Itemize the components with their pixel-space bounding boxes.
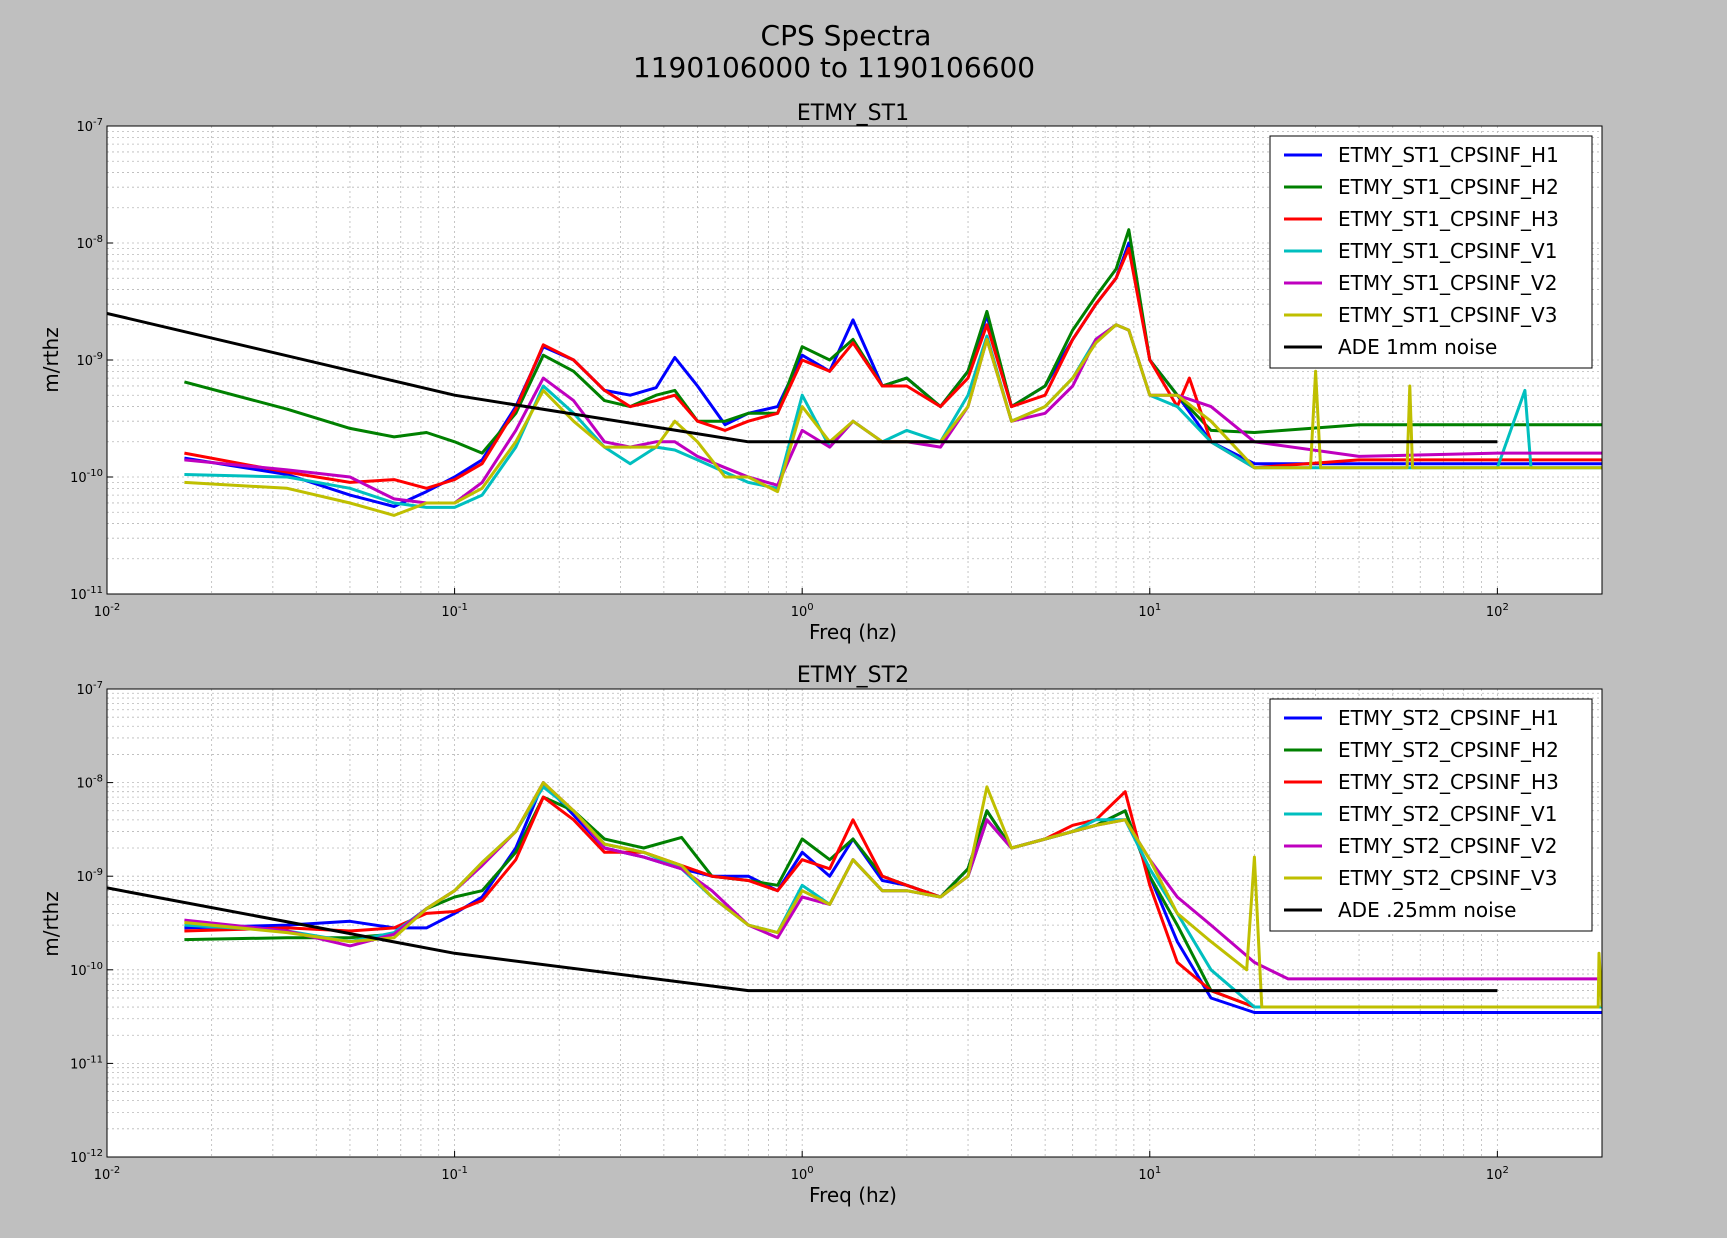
legend-label-3: ETMY_ST2_CPSINF_V1 [1338, 802, 1557, 826]
tick-exponent: -8 [93, 774, 103, 785]
tick-base: 10 [70, 964, 87, 979]
x-axis-label: Freq (hz) [809, 620, 897, 644]
tick-base: 10 [441, 605, 458, 620]
legend-label-2: ETMY_ST1_CPSINF_H3 [1338, 207, 1559, 231]
legend-label-5: ETMY_ST2_CPSINF_V3 [1338, 866, 1557, 890]
x-tick-label: 102 [1486, 602, 1509, 620]
y-tick-label: 10-9 [76, 351, 103, 369]
y-tick-label: 10-12 [70, 1148, 103, 1166]
tick-base: 10 [76, 870, 93, 885]
legend-label-3: ETMY_ST1_CPSINF_V1 [1338, 239, 1557, 263]
tick-base: 10 [76, 120, 93, 135]
x-tick-label: 101 [1138, 602, 1161, 620]
x-axis-label: Freq (hz) [809, 1183, 897, 1207]
tick-base: 10 [70, 1151, 87, 1166]
tick-exponent: -9 [93, 351, 103, 362]
chart-title: ETMY_ST2 [797, 663, 909, 688]
y-axis-label: m/rthz [39, 891, 63, 956]
tick-exponent: 1 [1155, 1165, 1161, 1176]
tick-exponent: 0 [807, 1165, 813, 1176]
y-tick-label: 10-9 [76, 867, 103, 885]
tick-exponent: -7 [93, 680, 103, 691]
x-tick-label: 10-2 [94, 602, 121, 620]
tick-base: 10 [1138, 1168, 1155, 1183]
tick-base: 10 [94, 1168, 111, 1183]
legend-label-4: ETMY_ST1_CPSINF_V2 [1338, 271, 1557, 295]
tick-exponent: -9 [93, 867, 103, 878]
figure-title-line2: 1190106000 to 1190106600 [633, 51, 1035, 84]
legend: ETMY_ST2_CPSINF_H1 ETMY_ST2_CPSINF_H2 ETMY… [1269, 698, 1593, 932]
tick-exponent: 2 [1502, 602, 1508, 613]
tick-base: 10 [76, 683, 93, 698]
tick-exponent: -11 [87, 585, 103, 596]
tick-exponent: -12 [87, 1148, 103, 1159]
legend-label-1: ETMY_ST2_CPSINF_H2 [1338, 738, 1559, 762]
tick-base: 10 [70, 1057, 87, 1072]
tick-base: 10 [1486, 605, 1503, 620]
tick-base: 10 [1138, 605, 1155, 620]
tick-exponent: -7 [93, 117, 103, 128]
y-tick-label: 10-7 [76, 117, 103, 135]
tick-exponent: 2 [1502, 1165, 1508, 1176]
x-tick-label: 100 [791, 1165, 814, 1183]
x-tick-label: 10-1 [441, 602, 468, 620]
y-tick-label: 10-7 [76, 680, 103, 698]
legend-label-0: ETMY_ST2_CPSINF_H1 [1338, 706, 1559, 730]
legend-label-4: ETMY_ST2_CPSINF_V2 [1338, 834, 1557, 858]
legend-label-6: ADE 1mm noise [1338, 335, 1497, 359]
legend-label-5: ETMY_ST1_CPSINF_V3 [1338, 303, 1557, 327]
tick-exponent: -10 [87, 468, 103, 479]
legend-label-6: ADE .25mm noise [1338, 898, 1516, 922]
y-tick-label: 10-10 [70, 468, 103, 486]
chart-etmy-st1: ETMY_ST1 Freq (hz) m/rthz 10-2 10-1 100 101… [39, 101, 1603, 644]
tick-exponent: 1 [1155, 602, 1161, 613]
legend-label-2: ETMY_ST2_CPSINF_H3 [1338, 770, 1559, 794]
y-axis-label: m/rthz [39, 327, 63, 392]
tick-exponent: -2 [110, 1165, 120, 1176]
y-tick-label: 10-8 [76, 234, 103, 252]
legend-label-1: ETMY_ST1_CPSINF_H2 [1338, 175, 1559, 199]
tick-base: 10 [441, 1168, 458, 1183]
tick-base: 10 [791, 1168, 808, 1183]
x-tick-label: 10-2 [94, 1165, 121, 1183]
y-tick-label: 10-8 [76, 774, 103, 792]
tick-base: 10 [76, 354, 93, 369]
tick-base: 10 [94, 605, 111, 620]
figure-title-line1: CPS Spectra [761, 19, 932, 52]
legend: ETMY_ST1_CPSINF_H1 ETMY_ST1_CPSINF_H2 ETMY… [1269, 135, 1593, 369]
x-tick-label: 101 [1138, 1165, 1161, 1183]
x-tick-label: 100 [791, 602, 814, 620]
chart-etmy-st2: ETMY_ST2 Freq (hz) m/rthz 10-2 10-1 100 101… [39, 663, 1603, 1207]
chart-title: ETMY_ST1 [797, 101, 909, 126]
x-tick-label: 102 [1486, 1165, 1509, 1183]
y-tick-label: 10-11 [70, 585, 103, 603]
tick-base: 10 [791, 605, 808, 620]
tick-exponent: -8 [93, 234, 103, 245]
tick-exponent: -2 [110, 602, 120, 613]
y-tick-label: 10-11 [70, 1054, 103, 1072]
figure-canvas: CPS Spectra 1190106000 to 1190106600 ETM… [39, 19, 1603, 1207]
x-tick-label: 10-1 [441, 1165, 468, 1183]
tick-base: 10 [76, 237, 93, 252]
tick-exponent: -1 [458, 602, 468, 613]
tick-exponent: -11 [87, 1054, 103, 1065]
tick-base: 10 [70, 471, 87, 486]
legend-label-0: ETMY_ST1_CPSINF_H1 [1338, 143, 1559, 167]
tick-base: 10 [1486, 1168, 1503, 1183]
tick-exponent: 0 [807, 602, 813, 613]
tick-exponent: -10 [87, 961, 103, 972]
tick-base: 10 [70, 588, 87, 603]
tick-exponent: -1 [458, 1165, 468, 1176]
y-tick-label: 10-10 [70, 961, 103, 979]
tick-base: 10 [76, 777, 93, 792]
